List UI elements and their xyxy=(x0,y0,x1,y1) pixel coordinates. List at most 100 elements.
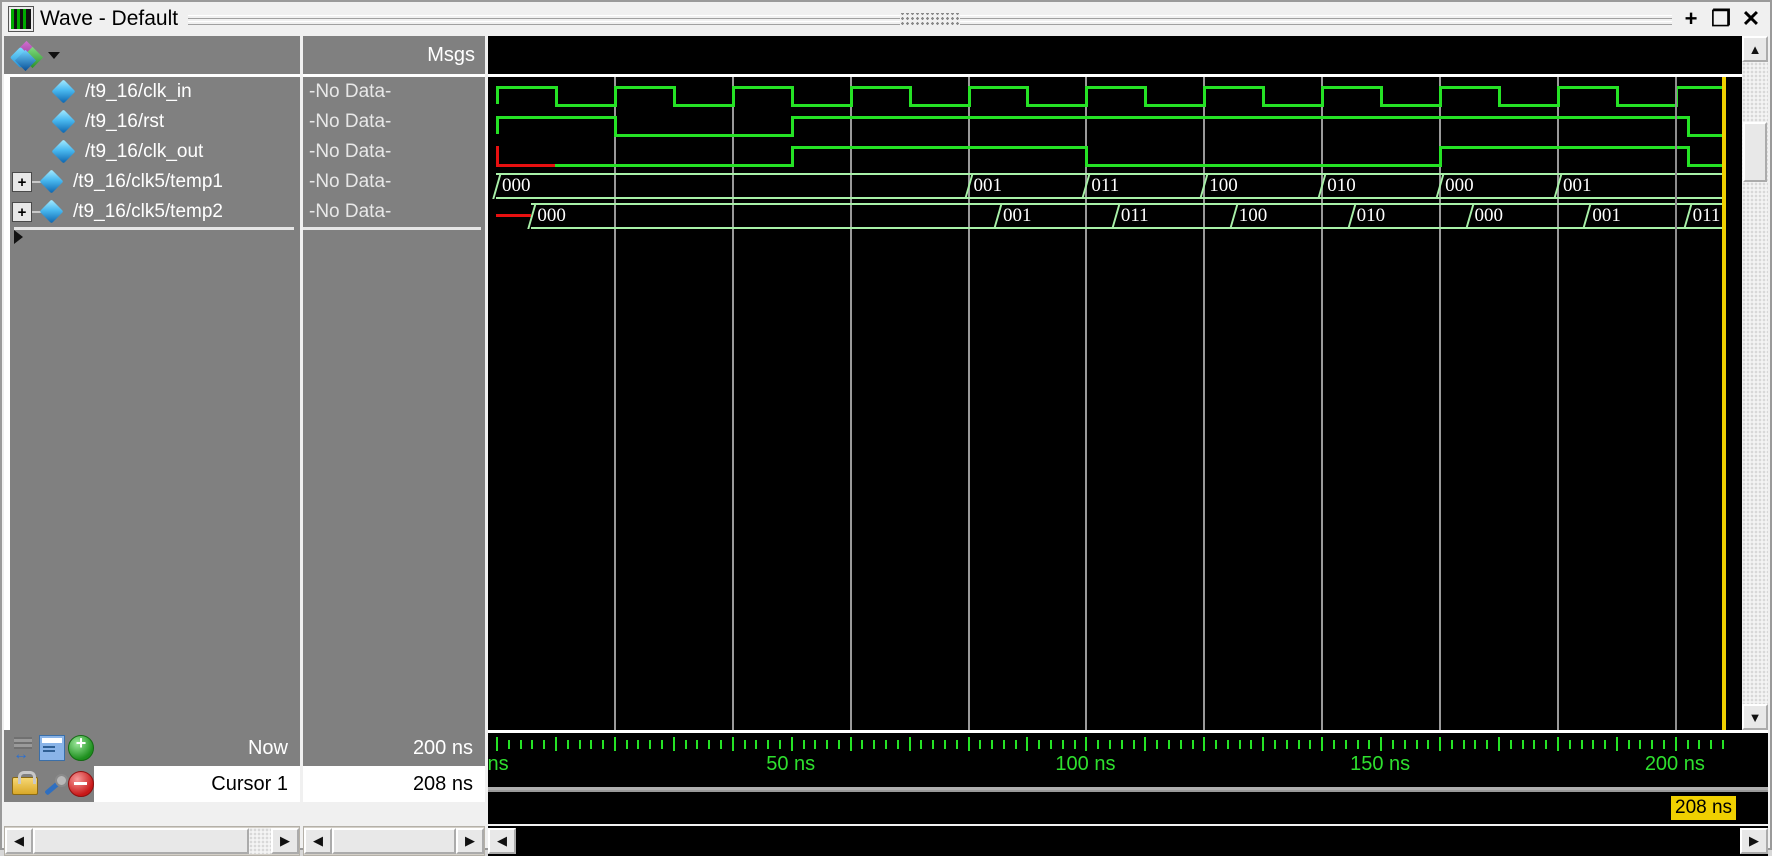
bus-bottom-edge xyxy=(1556,197,1722,199)
signal-names-pane: /t9_16/clk_in /t9_16/rst /t9_16/clk_out … xyxy=(4,36,300,730)
signal-row-temp2[interactable]: + /t9_16/clk5/temp2 xyxy=(10,197,300,227)
values-horizontal-scrollbar[interactable]: ◀ ▶ xyxy=(303,826,485,856)
ruler-minor-tick xyxy=(1297,740,1300,749)
ruler-minor-tick xyxy=(1167,740,1170,749)
scroll-left-icon[interactable]: ◀ xyxy=(304,828,332,854)
maximize-restore-button[interactable]: + xyxy=(1678,6,1704,32)
bus-segment[interactable]: 011 xyxy=(1111,203,1233,229)
bus-segment[interactable]: 010 xyxy=(1346,203,1469,229)
bus-segment[interactable]: 100 xyxy=(1199,173,1322,199)
waveform-pane: 000 001 011 100 010 000 001 000 001 011 100 010 000 0… xyxy=(488,36,1768,730)
ruler-major-tick xyxy=(1556,737,1559,751)
waveform-row[interactable]: 000 001 011 100 010 000 001 011 xyxy=(488,201,1768,231)
bus-segment[interactable]: 001 xyxy=(1553,173,1722,199)
scroll-right-icon[interactable]: ▶ xyxy=(1740,828,1768,854)
cursor-value-strip: 208 ns xyxy=(488,790,1768,824)
expand-temp2-icon[interactable]: + xyxy=(12,202,32,222)
chevron-down-icon[interactable] xyxy=(48,51,60,59)
signal-level-segment xyxy=(790,104,850,107)
horizontal-scrollbars: ◀ ▶ ◀ ▶ ◀ ▶ xyxy=(2,824,1770,856)
now-marker-line[interactable] xyxy=(1674,77,1677,730)
bus-segment[interactable]: 010 xyxy=(1317,173,1440,199)
waveform-row[interactable] xyxy=(488,81,1768,111)
scroll-up-icon[interactable]: ▲ xyxy=(1742,36,1768,62)
objects-filter-icon[interactable] xyxy=(9,40,44,72)
time-ruler[interactable]: ns 50 ns 100 ns 150 ns 200 ns xyxy=(488,730,1768,790)
scroll-left-icon[interactable]: ◀ xyxy=(488,828,516,854)
insertion-marker-icon xyxy=(14,230,23,244)
bus-segment[interactable]: 000 xyxy=(1435,173,1557,199)
bus-segment[interactable]: 001 xyxy=(993,203,1115,229)
waveform-row[interactable]: 000 001 011 100 010 000 001 xyxy=(488,171,1768,201)
hscroll-thumb[interactable] xyxy=(33,828,249,854)
scroll-right-icon[interactable]: ▶ xyxy=(271,828,299,854)
waveform-canvas[interactable]: 000 001 011 100 010 000 001 000 001 011 100 010 000 0… xyxy=(488,74,1768,730)
new-window-icon[interactable] xyxy=(39,735,65,761)
find-range-icon[interactable] xyxy=(12,736,36,764)
signal-edge xyxy=(1321,86,1325,107)
signal-row-clk-out[interactable]: /t9_16/clk_out xyxy=(10,137,300,167)
bus-bottom-edge xyxy=(496,197,968,199)
signal-edge xyxy=(672,86,676,107)
signal-level-segment xyxy=(1144,104,1204,107)
vscroll-track[interactable] xyxy=(1742,62,1768,704)
signal-row-rst[interactable]: /t9_16/rst xyxy=(10,107,300,137)
signal-level-segment xyxy=(1686,164,1722,167)
msgs-column-header[interactable]: Msgs xyxy=(303,36,485,74)
bus-segment[interactable]: 011 xyxy=(1081,173,1204,199)
ruler-minor-tick xyxy=(1627,740,1630,749)
cursor-row[interactable]: Cursor 1 xyxy=(4,766,300,802)
lock-cursor-icon[interactable] xyxy=(12,771,38,795)
configure-cursor-icon[interactable] xyxy=(41,772,68,796)
bus-segment[interactable]: 001 xyxy=(1582,203,1687,229)
signal-edge xyxy=(731,86,735,107)
signal-level-segment xyxy=(849,86,909,89)
waveform-horizontal-scrollbar[interactable]: ◀ ▶ xyxy=(488,826,1768,856)
close-button[interactable]: ✕ xyxy=(1738,6,1764,32)
ruler-minor-tick xyxy=(1238,740,1241,749)
bus-segment[interactable]: 001 xyxy=(963,173,1086,199)
ruler-minor-tick xyxy=(873,740,876,749)
selection-divider xyxy=(14,227,294,230)
value-row: -No Data- xyxy=(303,167,485,197)
vscroll-thumb[interactable] xyxy=(1743,122,1767,182)
bus-value-label: 000 xyxy=(1445,175,1474,196)
signal-name-list[interactable]: /t9_16/clk_in /t9_16/rst /t9_16/clk_out … xyxy=(4,74,300,730)
ruler-minor-tick xyxy=(543,740,546,749)
signal-level-segment xyxy=(1556,86,1616,89)
bus-segment[interactable]: 000 xyxy=(527,203,997,229)
hscroll-thumb[interactable] xyxy=(332,828,456,854)
bus-segment[interactable] xyxy=(496,203,532,229)
footer-ruler-area: ns 50 ns 100 ns 150 ns 200 ns 208 ns xyxy=(488,730,1768,824)
expand-temp1-icon[interactable]: + xyxy=(12,172,32,192)
ruler-major-tick xyxy=(731,737,734,751)
hscroll-track[interactable] xyxy=(33,828,271,854)
waveform-row[interactable] xyxy=(488,111,1768,141)
titlebar-drag-dots[interactable] xyxy=(900,13,961,25)
waveform-vertical-scrollbar[interactable]: ▲ ▼ xyxy=(1742,36,1768,730)
signal-level-segment xyxy=(1674,86,1722,89)
scroll-down-icon[interactable]: ▼ xyxy=(1742,704,1768,730)
signal-row-temp1[interactable]: + /t9_16/clk5/temp1 xyxy=(10,167,300,197)
waveform-row[interactable] xyxy=(488,141,1768,171)
bus-segment[interactable]: 100 xyxy=(1229,203,1351,229)
bus-top-edge xyxy=(496,173,968,175)
cursor-value-row[interactable]: 208 ns xyxy=(303,766,485,802)
bus-segment[interactable]: 011 xyxy=(1682,203,1722,229)
scroll-left-icon[interactable]: ◀ xyxy=(5,828,33,854)
delete-cursor-icon[interactable] xyxy=(68,771,94,797)
undock-button[interactable]: ❐ xyxy=(1708,6,1734,32)
names-horizontal-scrollbar[interactable]: ◀ ▶ xyxy=(4,826,300,856)
cursor-1-time-badge[interactable]: 208 ns xyxy=(1670,795,1738,821)
bus-segment[interactable]: 000 xyxy=(492,173,968,199)
signal-edge xyxy=(1262,86,1266,107)
scroll-right-icon[interactable]: ▶ xyxy=(456,828,484,854)
add-cursor-icon[interactable] xyxy=(68,733,94,761)
hscroll-track[interactable] xyxy=(332,828,456,854)
signal-row-clk-in[interactable]: /t9_16/clk_in xyxy=(10,77,300,107)
bus-value-label: 000 xyxy=(537,205,566,226)
hscroll-track[interactable] xyxy=(516,828,1740,854)
bus-bottom-edge xyxy=(997,227,1115,229)
cursor-1-marker-line[interactable] xyxy=(1722,77,1726,730)
bus-segment[interactable]: 000 xyxy=(1464,203,1587,229)
